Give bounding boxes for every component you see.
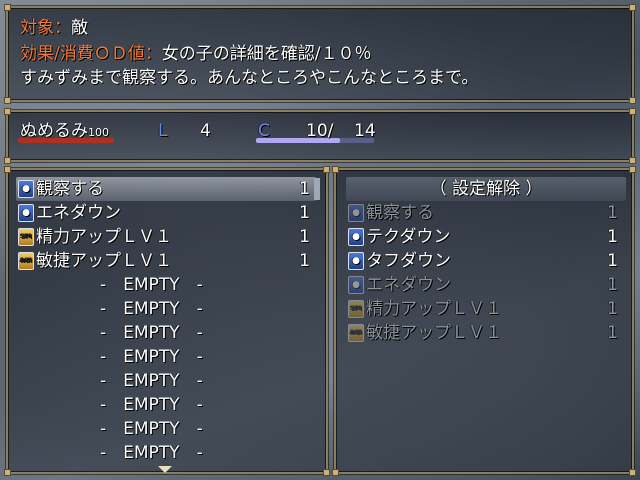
left_list-item[interactable]: ● 観察する: [18, 177, 104, 201]
level-value: 4: [200, 121, 211, 141]
item-count: 1: [607, 203, 618, 223]
item-count: 1: [299, 203, 310, 223]
info-window: 対象：敵 効果/消費ＯＤ値：女の子の詳細を確認/１０％ すみずみまで観察する。あ…: [4, 4, 636, 104]
left_list-item[interactable]: SPI 精力アップＬＶ１: [18, 225, 172, 249]
c-current: 10/: [306, 121, 334, 141]
empty-slot[interactable]: - EMPTY -: [100, 345, 203, 369]
item-label: 敏捷アップＬＶ１: [36, 251, 172, 271]
item-count: 1: [607, 251, 618, 271]
c-max: 14: [354, 121, 376, 141]
item-label: 精力アップＬＶ１: [36, 227, 172, 247]
empty-slot[interactable]: - EMPTY -: [100, 273, 203, 297]
item-label: 敏捷アップＬＶ１: [366, 323, 502, 343]
character-name-text: ぬめるみ: [20, 121, 88, 141]
description-text: すみずみまで観察する。あんなところやこんなところまで。: [20, 68, 479, 88]
icon-badge-text: SPI: [20, 233, 32, 240]
empty-slot[interactable]: - EMPTY -: [100, 417, 203, 441]
item-count: 1: [607, 275, 618, 295]
effect-line: 効果/消費ＯＤ値：女の子の詳細を確認/１０％: [20, 42, 371, 66]
scrollbar[interactable]: [314, 178, 320, 200]
item-label: タフダウン: [366, 251, 451, 271]
right_list-item[interactable]: SPI 精力アップＬＶ１: [348, 297, 502, 321]
icon-badge-text: AGI: [20, 257, 32, 264]
item-count: 1: [299, 179, 310, 199]
agi-up-icon: AGI: [18, 252, 34, 270]
right_list-item[interactable]: ● タフダウン: [348, 249, 451, 273]
item-label: エネダウン: [366, 275, 451, 295]
empty-slot[interactable]: - EMPTY -: [100, 297, 203, 321]
empty-slot[interactable]: - EMPTY -: [100, 393, 203, 417]
empty-slot[interactable]: - EMPTY -: [100, 321, 203, 345]
right_list-item[interactable]: ● テクダウン: [348, 225, 450, 249]
spi-up-icon: SPI: [348, 300, 364, 318]
item-count: 1: [607, 299, 618, 319]
icon-badge-text: SPI: [350, 305, 362, 312]
spi-up-icon: SPI: [18, 228, 34, 246]
right_list-item[interactable]: ● エネダウン: [348, 273, 451, 297]
level-label: L: [158, 121, 168, 141]
item-label: 観察する: [366, 203, 434, 223]
eye-skill-icon: ●: [348, 204, 364, 222]
icon-badge-text: AGI: [350, 329, 362, 336]
effect-label: 効果/消費ＯＤ値：: [20, 44, 162, 64]
eye-skill-icon: ●: [348, 252, 364, 270]
agi-up-icon: AGI: [348, 324, 364, 342]
empty-slot[interactable]: - EMPTY -: [100, 441, 203, 465]
unset-button[interactable]: （ 設定解除 ）: [346, 177, 626, 201]
item-label: 精力アップＬＶ１: [366, 299, 502, 319]
effect-value: 女の子の詳細を確認/１０％: [161, 44, 372, 64]
empty-slot[interactable]: - EMPTY -: [100, 369, 203, 393]
item-label: テクダウン: [366, 227, 451, 247]
item-label: エネダウン: [36, 203, 121, 223]
eye-skill-icon: ●: [18, 204, 34, 222]
left_list-item[interactable]: ● エネダウン: [18, 201, 121, 225]
eye-skill-icon: ●: [348, 276, 364, 294]
target-value: 敵: [71, 18, 88, 38]
right_list-item[interactable]: AGI 敏捷アップＬＶ１: [348, 321, 502, 345]
item-count: 1: [607, 323, 618, 343]
target-line: 対象：敵: [20, 16, 88, 40]
item-count: 1: [299, 251, 310, 271]
item-count: 1: [607, 227, 618, 247]
eye-skill-icon: ●: [18, 180, 34, 198]
target-label: 対象：: [20, 18, 71, 38]
scroll-down-icon[interactable]: [158, 466, 172, 473]
hp-value: 100: [88, 126, 109, 139]
right_list-item[interactable]: ● 観察する: [348, 201, 434, 225]
item-count: 1: [299, 227, 310, 247]
eye-skill-icon: ●: [348, 228, 364, 246]
left_list-item[interactable]: AGI 敏捷アップＬＶ１: [18, 249, 172, 273]
c-label: C: [258, 121, 270, 141]
item-label: 観察する: [36, 179, 104, 199]
character-name: ぬめるみ100: [20, 119, 109, 145]
